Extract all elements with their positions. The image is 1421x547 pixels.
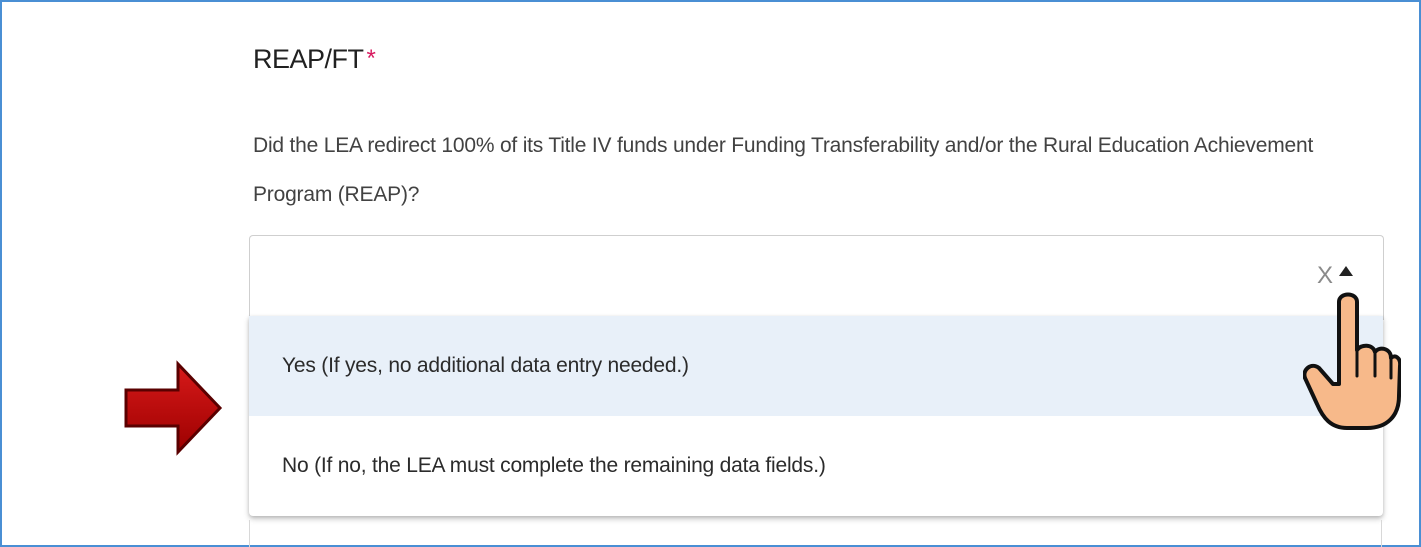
option-no[interactable]: No (If no, the LEA must complete the rem… [249, 416, 1383, 516]
caret-up-icon[interactable] [1339, 266, 1353, 276]
reap-ft-select[interactable]: X [249, 235, 1384, 320]
red-right-arrow-icon [124, 360, 223, 456]
field-question: Did the LEA redirect 100% of its Title I… [253, 134, 1314, 206]
pointing-hand-cursor-icon [1303, 292, 1401, 430]
next-field-edge [249, 520, 1382, 547]
field-title: REAP/FT * [253, 44, 376, 75]
option-yes-label: Yes (If yes, no additional data entry ne… [282, 354, 689, 377]
options-menu: Yes (If yes, no additional data entry ne… [249, 316, 1383, 516]
field-title-text: REAP/FT [253, 44, 364, 74]
clear-icon[interactable]: X [1317, 261, 1333, 291]
option-no-label: No (If no, the LEA must complete the rem… [282, 454, 826, 477]
required-marker: * [366, 45, 376, 72]
option-yes[interactable]: Yes (If yes, no additional data entry ne… [249, 316, 1383, 416]
